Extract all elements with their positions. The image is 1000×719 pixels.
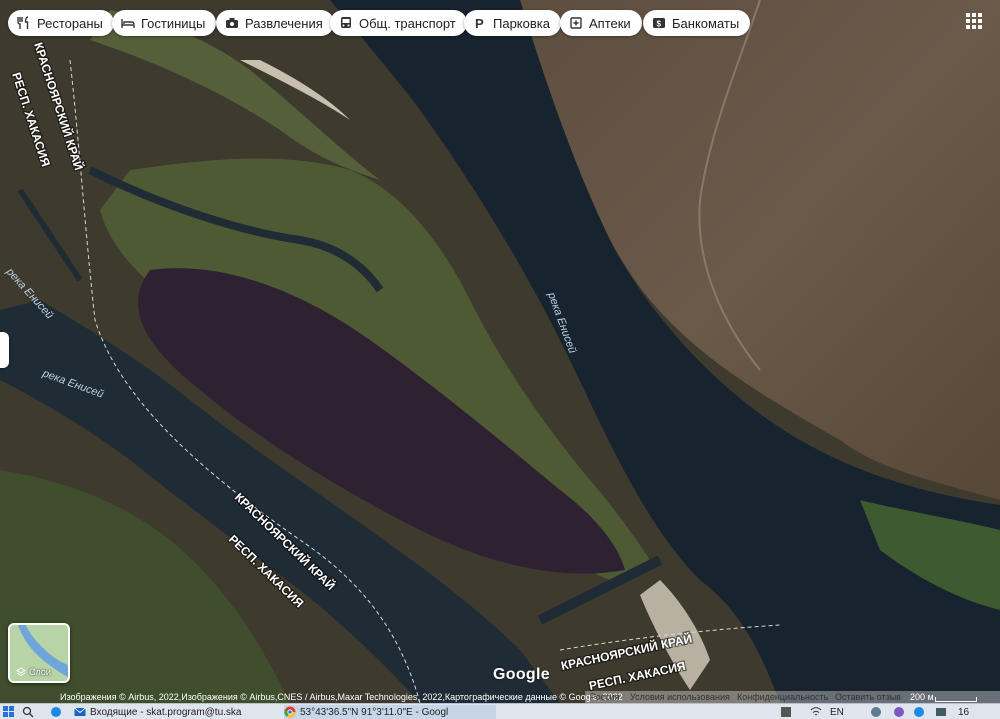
attribution-bar: Изображения © Airbus, 2022,Изображения ©…: [0, 691, 1000, 703]
messenger-icon: [894, 707, 904, 717]
chip-label: Банкоматы: [672, 15, 740, 31]
chip-transit[interactable]: Общ. транспорт: [330, 10, 467, 36]
taskbar-tab-label: 53°43'36.5"N 91°3'11.0"E - Googl: [300, 706, 449, 718]
tray-app-icon: [936, 708, 946, 716]
taskbar-app-2[interactable]: [50, 705, 62, 719]
clock[interactable]: 16: [958, 705, 969, 719]
tray-icon-3[interactable]: [870, 705, 882, 719]
start-button[interactable]: [3, 705, 15, 719]
chip-label: Рестораны: [37, 15, 103, 31]
tray-icon-4[interactable]: [893, 705, 905, 719]
chip-restaurants[interactable]: Рестораны: [8, 10, 114, 36]
chip-pharmacies[interactable]: Аптеки: [560, 10, 642, 36]
layers-label-wrap: Слои: [16, 667, 51, 677]
network-icon: [810, 707, 822, 716]
scale-label[interactable]: 200 м: [910, 691, 934, 703]
tray-icon-6[interactable]: [935, 705, 947, 719]
svg-text:$: $: [657, 20, 662, 29]
windows-icon: [3, 706, 14, 717]
apps-grid-icon[interactable]: [966, 13, 982, 29]
taskbar-tab-label: Входящие - skat.program@tu.ska: [90, 706, 242, 718]
chip-label: Развлечения: [245, 15, 323, 31]
svg-text:P: P: [475, 16, 484, 30]
atm-icon: $: [653, 18, 665, 29]
lang-label: EN: [830, 706, 844, 718]
fork-knife-icon: [17, 16, 29, 29]
chrome-icon: [284, 706, 296, 718]
chip-entertainment[interactable]: Развлечения: [216, 10, 334, 36]
satellite-map[interactable]: КРАСНОЯРСКИЙ КРАЙ РЕСП. ХАКАСИЯ КРАСНОЯР…: [0, 0, 1000, 704]
chip-label: Аптеки: [589, 15, 631, 31]
taskbar-app-1[interactable]: [22, 705, 34, 719]
taskbar-tab-inbox[interactable]: Входящие - skat.program@tu.ska: [74, 705, 274, 719]
tray-app-icon: [871, 707, 881, 717]
tray-icon-1[interactable]: [780, 705, 792, 719]
scale-bar: [935, 697, 977, 702]
taskbar: Входящие - skat.program@tu.ska 53°43'36.…: [0, 703, 1000, 719]
chip-label: Парковка: [493, 15, 550, 31]
footer-link-terms[interactable]: Условия использования: [630, 691, 730, 703]
tray-icon-2[interactable]: [810, 705, 822, 719]
chip-label: Общ. транспорт: [359, 15, 456, 31]
side-panel-toggle[interactable]: [0, 332, 9, 368]
app-icon: [51, 707, 61, 717]
footer-link-privacy[interactable]: Конфиденциальность: [737, 691, 828, 703]
footer-link-feedback[interactable]: Оставить отзыв: [835, 691, 901, 703]
tray-app-icon: [781, 707, 791, 717]
bed-icon: [121, 19, 135, 28]
layers-label: Слои: [29, 667, 51, 677]
parking-icon: P: [475, 16, 484, 30]
pharmacy-icon: [570, 17, 582, 29]
lang-indicator[interactable]: EN: [830, 705, 844, 719]
layers-icon: [16, 667, 26, 677]
chip-atms[interactable]: $ Банкоматы: [643, 10, 751, 36]
camera-icon: [226, 18, 238, 28]
tray-icon-5[interactable]: [913, 705, 925, 719]
clock-time: 16: [958, 706, 970, 718]
google-logo: Google: [493, 666, 550, 683]
taskbar-tab-chrome[interactable]: 53°43'36.5"N 91°3'11.0"E - Googl: [284, 705, 496, 719]
layers-button[interactable]: Слои: [8, 623, 70, 683]
chip-parking[interactable]: P Парковка: [464, 10, 561, 36]
attribution-text: Изображения © Airbus, 2022,Изображения ©…: [60, 692, 623, 702]
tray-app-icon: [914, 707, 924, 717]
chip-label: Гостиницы: [141, 15, 206, 31]
search-icon: [22, 706, 34, 718]
footer-link-country[interactable]: Россия: [590, 691, 620, 703]
satellite-imagery: КРАСНОЯРСКИЙ КРАЙ РЕСП. ХАКАСИЯ КРАСНОЯР…: [0, 0, 1000, 704]
bus-icon: [341, 17, 351, 28]
mail-icon: [74, 707, 86, 716]
chip-hotels[interactable]: Гостиницы: [112, 10, 217, 36]
